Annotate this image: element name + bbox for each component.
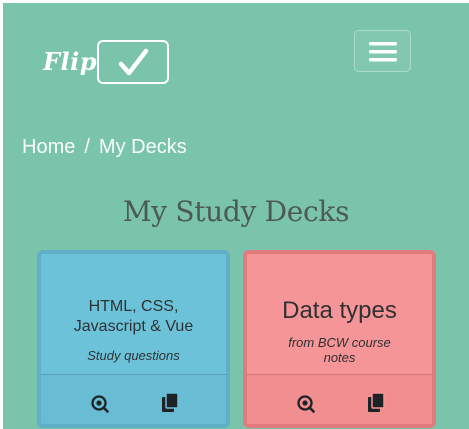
study-icon bbox=[297, 395, 315, 413]
deck-title: HTML, CSS, Javascript & Vue bbox=[41, 297, 226, 337]
logo-box bbox=[97, 40, 169, 84]
study-icon bbox=[91, 395, 109, 413]
logo[interactable]: Flip bbox=[43, 40, 178, 88]
deck-card[interactable]: Data types from BCW course notes bbox=[243, 250, 436, 428]
copy-icon bbox=[368, 392, 385, 412]
deck-title: Data types bbox=[282, 297, 397, 324]
deck-subtitle-line: notes bbox=[323, 350, 356, 365]
cards-button[interactable] bbox=[366, 392, 388, 414]
deck-card-body[interactable]: HTML, CSS, Javascript & Vue Study questi… bbox=[41, 254, 226, 374]
breadcrumb-home-link[interactable]: Home bbox=[22, 136, 75, 159]
cards-button[interactable] bbox=[160, 392, 182, 414]
hamburger-menu-icon bbox=[369, 42, 397, 62]
breadcrumb: Home / My Decks bbox=[22, 136, 187, 159]
deck-card-footer bbox=[41, 374, 226, 424]
breadcrumb-current: My Decks bbox=[98, 136, 187, 158]
page: Flip Home / My Decks My Study Decks HTML… bbox=[3, 3, 469, 429]
deck-card-footer bbox=[247, 374, 432, 424]
deck-subtitle: from BCW course notes bbox=[265, 335, 414, 365]
checkmark-icon bbox=[118, 48, 149, 76]
study-button[interactable] bbox=[295, 392, 317, 414]
page-title: My Study Decks bbox=[122, 195, 350, 228]
deck-title-line: HTML, CSS, bbox=[88, 298, 179, 315]
breadcrumb-separator: / bbox=[84, 136, 90, 158]
logo-text: Flip bbox=[43, 47, 98, 76]
deck-card[interactable]: HTML, CSS, Javascript & Vue Study questi… bbox=[37, 250, 230, 428]
study-button[interactable] bbox=[89, 392, 111, 414]
deck-card-body[interactable]: Data types from BCW course notes bbox=[247, 254, 432, 374]
menu-button[interactable] bbox=[354, 30, 411, 72]
deck-subtitle-line: from BCW course bbox=[288, 335, 391, 350]
copy-icon bbox=[162, 392, 179, 412]
deck-title-line: Javascript & Vue bbox=[73, 318, 194, 335]
deck-subtitle: Study questions bbox=[87, 348, 180, 363]
